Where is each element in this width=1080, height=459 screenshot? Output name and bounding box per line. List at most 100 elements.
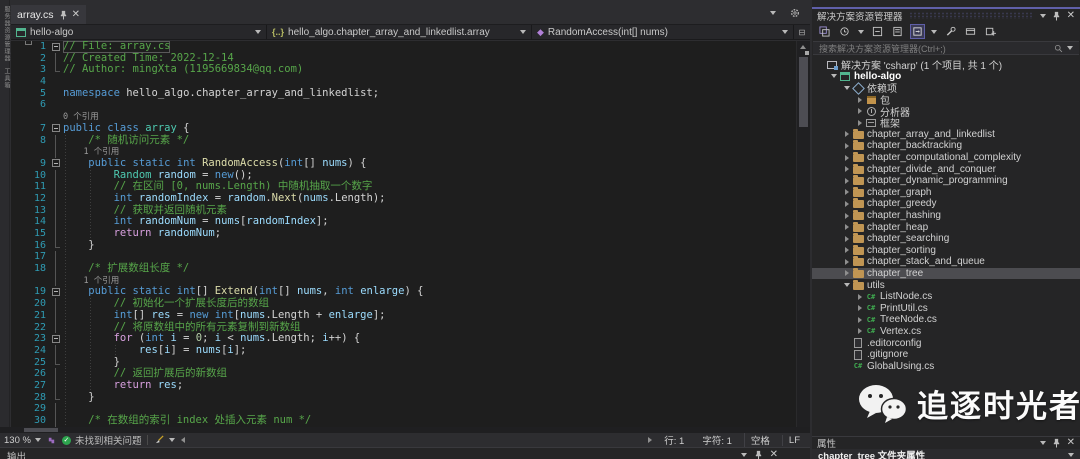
pin-icon[interactable] — [60, 10, 67, 20]
code-line[interactable]: 27 return res; — [11, 380, 796, 392]
tree-item-chapter_graph[interactable]: chapter_graph — [812, 187, 1080, 199]
window-position-chevron-icon[interactable] — [1040, 441, 1046, 445]
collapsed-arrow-icon[interactable] — [845, 143, 849, 149]
zoom-control[interactable]: 130 % — [4, 435, 41, 446]
collapsed-arrow-icon[interactable] — [845, 155, 849, 161]
code-line[interactable]: 28 } — [11, 392, 796, 404]
solution-search-input[interactable]: 搜索解决方案资源管理器(Ctrl+;) — [813, 41, 1079, 55]
collapsed-arrow-icon[interactable] — [845, 247, 849, 253]
collapsed-arrow-icon[interactable] — [845, 270, 849, 276]
collapse-all-button[interactable] — [871, 25, 884, 38]
collapsed-arrow-icon[interactable] — [845, 131, 849, 137]
chevron-down-icon[interactable] — [858, 30, 864, 34]
collapsed-arrow-icon[interactable] — [858, 294, 862, 300]
tab-array-cs[interactable]: array.cs ✕ — [11, 5, 86, 24]
properties-page-button[interactable] — [891, 25, 904, 38]
tree-item-listnode.cs[interactable]: C#ListNode.cs — [812, 291, 1080, 303]
code-line[interactable]: 8 /* 随机访问元素 */ — [11, 135, 796, 147]
tree-item--[interactable]: 包 — [812, 94, 1080, 106]
breadcrumb-project[interactable]: hello-algo — [11, 25, 267, 39]
code-cleanup-button[interactable] — [154, 435, 175, 445]
window-position-chevron-icon[interactable] — [1040, 14, 1046, 18]
split-editor-button[interactable] — [794, 25, 810, 39]
new-item-button[interactable] — [984, 25, 997, 38]
editor-options-gear-icon[interactable] — [790, 8, 800, 18]
tree-item-vertex.cs[interactable]: C#Vertex.cs — [812, 326, 1080, 338]
code-line[interactable]: 16 } — [11, 240, 796, 252]
wrench-properties-button[interactable] — [944, 25, 957, 38]
tree-item--[interactable]: 分析器 — [812, 105, 1080, 117]
collapsed-arrow-icon[interactable] — [858, 305, 862, 311]
scrollbar-thumb[interactable] — [799, 57, 808, 127]
code-line[interactable]: 30 /* 在数组的索引 index 处插入元素 num */ — [11, 415, 796, 427]
pin-icon[interactable] — [1053, 11, 1060, 21]
scrollbar-thumb[interactable] — [24, 428, 58, 432]
code-line[interactable]: 24 res[i] = nums[i]; — [11, 345, 796, 357]
editor-vertical-scrollbar[interactable] — [796, 41, 810, 427]
pin-icon[interactable] — [1053, 438, 1060, 448]
status-purple-icon[interactable] — [47, 436, 56, 445]
eol-toggle[interactable]: LF — [782, 435, 806, 446]
tree-item-printutil.cs[interactable]: C#PrintUtil.cs — [812, 302, 1080, 314]
collapsed-arrow-icon[interactable] — [845, 224, 849, 230]
collapsed-arrow-icon[interactable] — [845, 236, 849, 242]
pending-changes-filter-button[interactable] — [838, 25, 851, 38]
dock-tab-server-explorer[interactable]: 服务器资源管理器 — [0, 0, 11, 62]
collapsed-arrow-icon[interactable] — [858, 317, 862, 323]
fold-toggle-icon[interactable] — [52, 159, 60, 167]
tree-item-utils[interactable]: utils — [812, 279, 1080, 291]
tree-item--[interactable]: 框架 — [812, 117, 1080, 129]
tree-item-globalusing.cs[interactable]: C#GlobalUsing.cs — [812, 360, 1080, 372]
fold-toggle-icon[interactable] — [52, 288, 60, 296]
close-icon[interactable]: ✕ — [770, 450, 778, 459]
chevron-down-icon[interactable] — [741, 453, 747, 457]
tree-item-hello-algo[interactable]: hello-algo — [812, 71, 1080, 83]
code-line[interactable]: 5namespace hello_algo.chapter_array_and_… — [11, 88, 796, 100]
tree-item-chapter_heap[interactable]: chapter_heap — [812, 221, 1080, 233]
collapsed-arrow-icon[interactable] — [845, 213, 849, 219]
tree-item-chapter_sorting[interactable]: chapter_sorting — [812, 245, 1080, 257]
tree-item-chapter_divide_and_conquer[interactable]: chapter_divide_and_conquer — [812, 163, 1080, 175]
code-line[interactable]: 15 return randomNum; — [11, 228, 796, 240]
tree-item-treenode.cs[interactable]: C#TreeNode.cs — [812, 314, 1080, 326]
tree-item-chapter_computational_complexity[interactable]: chapter_computational_complexity — [812, 152, 1080, 164]
fold-toggle-icon[interactable] — [52, 43, 60, 51]
code-line[interactable]: 18 /* 扩展数组长度 */ — [11, 263, 796, 275]
collapsed-arrow-icon[interactable] — [858, 120, 862, 126]
tree-item-.editorconfig[interactable]: .editorconfig — [812, 337, 1080, 349]
tree-item-chapter_dynamic_programming[interactable]: chapter_dynamic_programming — [812, 175, 1080, 187]
dock-tab-toolbox[interactable]: 工具箱 — [0, 62, 11, 89]
document-health-indicator[interactable]: ✓ 未找到相关问题 — [62, 433, 142, 447]
sync-with-active-document-button[interactable] — [911, 25, 924, 38]
pin-icon[interactable] — [755, 450, 762, 459]
fold-toggle-icon[interactable] — [52, 335, 60, 343]
close-icon[interactable]: ✕ — [72, 10, 80, 20]
collapsed-arrow-icon[interactable] — [845, 166, 849, 172]
switch-views-button[interactable] — [818, 25, 831, 38]
collapsed-arrow-icon[interactable] — [845, 189, 849, 195]
expanded-arrow-icon[interactable] — [831, 74, 837, 78]
collapsed-arrow-icon[interactable] — [845, 259, 849, 265]
collapsed-arrow-icon[interactable] — [858, 108, 862, 114]
expanded-arrow-icon[interactable] — [844, 283, 850, 287]
code-editor[interactable]: 1// File: array.cs2// Created Time: 2022… — [11, 41, 810, 427]
chevron-down-icon[interactable] — [931, 30, 937, 34]
tree-item-chapter_searching[interactable]: chapter_searching — [812, 233, 1080, 245]
tab-list-chevron-down-icon[interactable] — [770, 11, 776, 15]
tree-item-chapter_greedy[interactable]: chapter_greedy — [812, 198, 1080, 210]
tree-item-chapter_hashing[interactable]: chapter_hashing — [812, 210, 1080, 222]
fold-toggle-icon[interactable] — [52, 124, 60, 132]
scroll-up-arrow-icon[interactable] — [800, 45, 806, 49]
whitespace-toggle[interactable]: 空格 — [744, 433, 776, 447]
tree-item-.gitignore[interactable]: .gitignore — [812, 349, 1080, 361]
tree-item-chapter_backtracking[interactable]: chapter_backtracking — [812, 140, 1080, 152]
tree-item-chapter_stack_and_queue[interactable]: chapter_stack_and_queue — [812, 256, 1080, 268]
tree-item--[interactable]: 依赖项 — [812, 82, 1080, 94]
expanded-arrow-icon[interactable] — [844, 86, 850, 90]
breadcrumb-member[interactable]: ◆ RandomAccess(int[] nums) — [532, 25, 794, 39]
tree-item-chapter_array_and_linkedlist[interactable]: chapter_array_and_linkedlist — [812, 129, 1080, 141]
close-icon[interactable]: ✕ — [1067, 438, 1075, 448]
collapsed-arrow-icon[interactable] — [858, 97, 862, 103]
collapsed-arrow-icon[interactable] — [845, 201, 849, 207]
close-icon[interactable]: ✕ — [1067, 11, 1075, 21]
